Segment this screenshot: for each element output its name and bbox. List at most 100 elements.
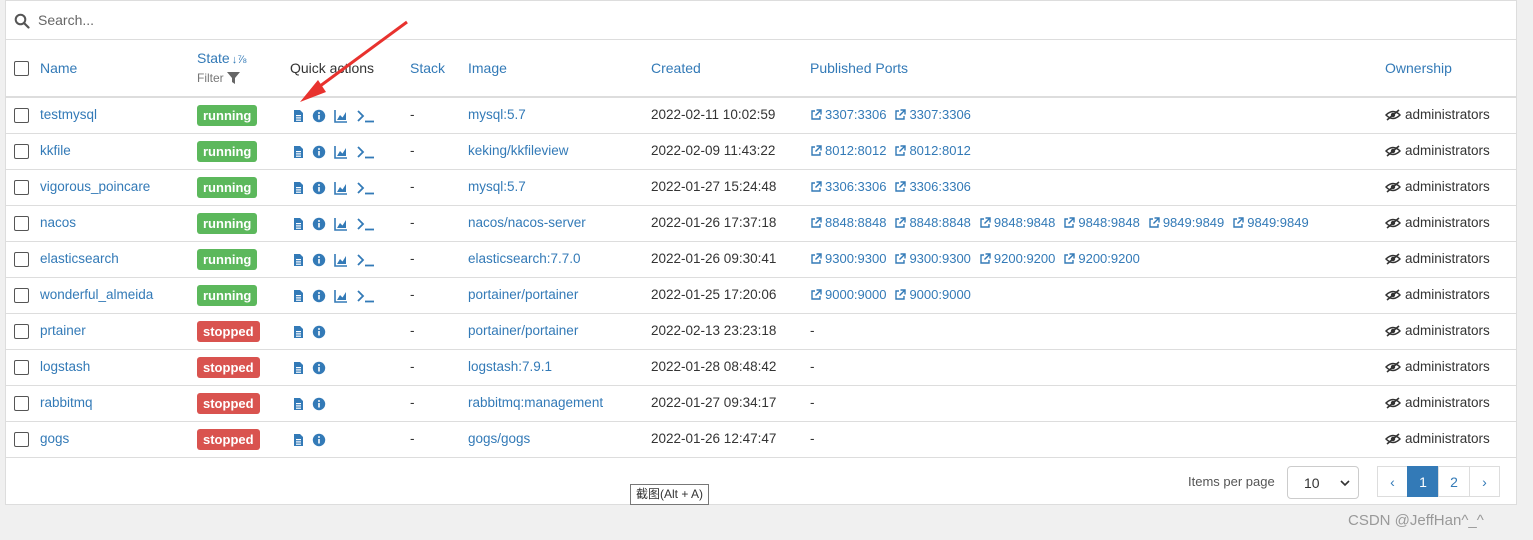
select-all-checkbox[interactable] — [14, 61, 29, 76]
header-created[interactable]: Created — [651, 60, 701, 76]
port-label[interactable]: 9849:9849 — [1247, 215, 1308, 230]
logs-icon[interactable] — [291, 433, 305, 447]
row-checkbox[interactable] — [14, 396, 29, 411]
inspect-icon[interactable] — [312, 109, 326, 123]
header-state[interactable]: State ↓⅞ — [197, 50, 246, 66]
port-link[interactable]: 9849:9849 — [1148, 215, 1224, 230]
inspect-icon[interactable] — [312, 181, 326, 195]
port-link[interactable]: 8848:8848 — [810, 215, 886, 230]
port-link[interactable]: 8012:8012 — [810, 143, 886, 158]
port-label[interactable]: 3306:3306 — [825, 179, 886, 194]
header-ownership[interactable]: Ownership — [1385, 60, 1452, 76]
logs-icon[interactable] — [291, 217, 305, 231]
stats-icon[interactable] — [334, 145, 348, 159]
pagination-page-2[interactable]: 2 — [1438, 466, 1470, 497]
logs-icon[interactable] — [291, 145, 305, 159]
inspect-icon[interactable] — [312, 397, 326, 411]
logs-icon[interactable] — [291, 253, 305, 267]
filter-icon[interactable] — [226, 71, 240, 85]
image-link[interactable]: elasticsearch:7.7.0 — [468, 251, 581, 266]
pagination-prev[interactable]: ‹ — [1377, 466, 1408, 497]
row-checkbox[interactable] — [14, 144, 29, 159]
port-label[interactable]: 3306:3306 — [909, 179, 970, 194]
port-label[interactable]: 8012:8012 — [909, 143, 970, 158]
inspect-icon[interactable] — [312, 145, 326, 159]
port-label[interactable]: 9300:9300 — [909, 251, 970, 266]
image-link[interactable]: portainer/portainer — [468, 287, 578, 302]
inspect-icon[interactable] — [312, 361, 326, 375]
image-link[interactable]: portainer/portainer — [468, 323, 578, 338]
port-label[interactable]: 9200:9200 — [994, 251, 1055, 266]
row-checkbox[interactable] — [14, 180, 29, 195]
port-label[interactable]: 9200:9200 — [1078, 251, 1139, 266]
search-input[interactable] — [38, 9, 638, 31]
stats-icon[interactable] — [334, 289, 348, 303]
port-link[interactable]: 3307:3306 — [810, 107, 886, 122]
header-state-label[interactable]: State — [197, 50, 230, 66]
container-name-link[interactable]: elasticsearch — [40, 251, 119, 266]
header-stack[interactable]: Stack — [410, 60, 445, 76]
stats-icon[interactable] — [334, 217, 348, 231]
port-link[interactable]: 9200:9200 — [979, 251, 1055, 266]
port-link[interactable]: 9300:9300 — [894, 251, 971, 266]
port-link[interactable]: 9849:9849 — [1232, 215, 1309, 230]
inspect-icon[interactable] — [312, 325, 326, 339]
inspect-icon[interactable] — [312, 217, 326, 231]
logs-icon[interactable] — [291, 325, 305, 339]
pagination-next[interactable]: › — [1469, 466, 1500, 497]
port-link[interactable]: 9200:9200 — [1063, 251, 1140, 266]
container-name-link[interactable]: rabbitmq — [40, 395, 93, 410]
port-link[interactable]: 9000:9000 — [894, 287, 971, 302]
port-label[interactable]: 3307:3306 — [825, 107, 886, 122]
port-link[interactable]: 9848:9848 — [979, 215, 1055, 230]
port-label[interactable]: 9000:9000 — [909, 287, 970, 302]
container-name-link[interactable]: gogs — [40, 431, 69, 446]
image-link[interactable]: mysql:5.7 — [468, 107, 526, 122]
port-label[interactable]: 9849:9849 — [1163, 215, 1224, 230]
logs-icon[interactable] — [291, 109, 305, 123]
port-label[interactable]: 8848:8848 — [825, 215, 886, 230]
image-link[interactable]: nacos/nacos-server — [468, 215, 586, 230]
image-link[interactable]: rabbitmq:management — [468, 395, 603, 410]
inspect-icon[interactable] — [312, 253, 326, 267]
container-name-link[interactable]: kkfile — [40, 143, 71, 158]
port-label[interactable]: 9848:9848 — [994, 215, 1055, 230]
console-icon[interactable] — [357, 145, 375, 159]
header-name[interactable]: Name — [40, 60, 77, 76]
console-icon[interactable] — [357, 109, 375, 123]
inspect-icon[interactable] — [312, 289, 326, 303]
port-link[interactable]: 9000:9000 — [810, 287, 886, 302]
stats-icon[interactable] — [334, 109, 348, 123]
items-per-page-select[interactable]: 10 — [1287, 466, 1359, 499]
container-name-link[interactable]: prtainer — [40, 323, 86, 338]
port-label[interactable]: 9848:9848 — [1078, 215, 1139, 230]
console-icon[interactable] — [357, 181, 375, 195]
port-link[interactable]: 8848:8848 — [894, 215, 971, 230]
logs-icon[interactable] — [291, 397, 305, 411]
container-name-link[interactable]: vigorous_poincare — [40, 179, 150, 194]
container-name-link[interactable]: wonderful_almeida — [40, 287, 153, 302]
logs-icon[interactable] — [291, 289, 305, 303]
container-name-link[interactable]: logstash — [40, 359, 90, 374]
image-link[interactable]: mysql:5.7 — [468, 179, 526, 194]
port-label[interactable]: 8012:8012 — [825, 143, 886, 158]
port-link[interactable]: 8012:8012 — [894, 143, 971, 158]
stats-icon[interactable] — [334, 253, 348, 267]
row-checkbox[interactable] — [14, 432, 29, 447]
sort-icon[interactable]: ↓⅞ — [232, 54, 247, 66]
port-label[interactable]: 8848:8848 — [909, 215, 970, 230]
header-published-ports[interactable]: Published Ports — [810, 60, 908, 76]
port-link[interactable]: 3307:3306 — [894, 107, 971, 122]
row-checkbox[interactable] — [14, 108, 29, 123]
console-icon[interactable] — [357, 253, 375, 267]
container-name-link[interactable]: testmysql — [40, 107, 97, 122]
port-link[interactable]: 3306:3306 — [810, 179, 886, 194]
image-link[interactable]: logstash:7.9.1 — [468, 359, 552, 374]
image-link[interactable]: keking/kkfileview — [468, 143, 569, 158]
stats-icon[interactable] — [334, 181, 348, 195]
image-link[interactable]: gogs/gogs — [468, 431, 530, 446]
inspect-icon[interactable] — [312, 433, 326, 447]
logs-icon[interactable] — [291, 181, 305, 195]
port-label[interactable]: 9000:9000 — [825, 287, 886, 302]
pagination-page-1[interactable]: 1 — [1407, 466, 1439, 497]
